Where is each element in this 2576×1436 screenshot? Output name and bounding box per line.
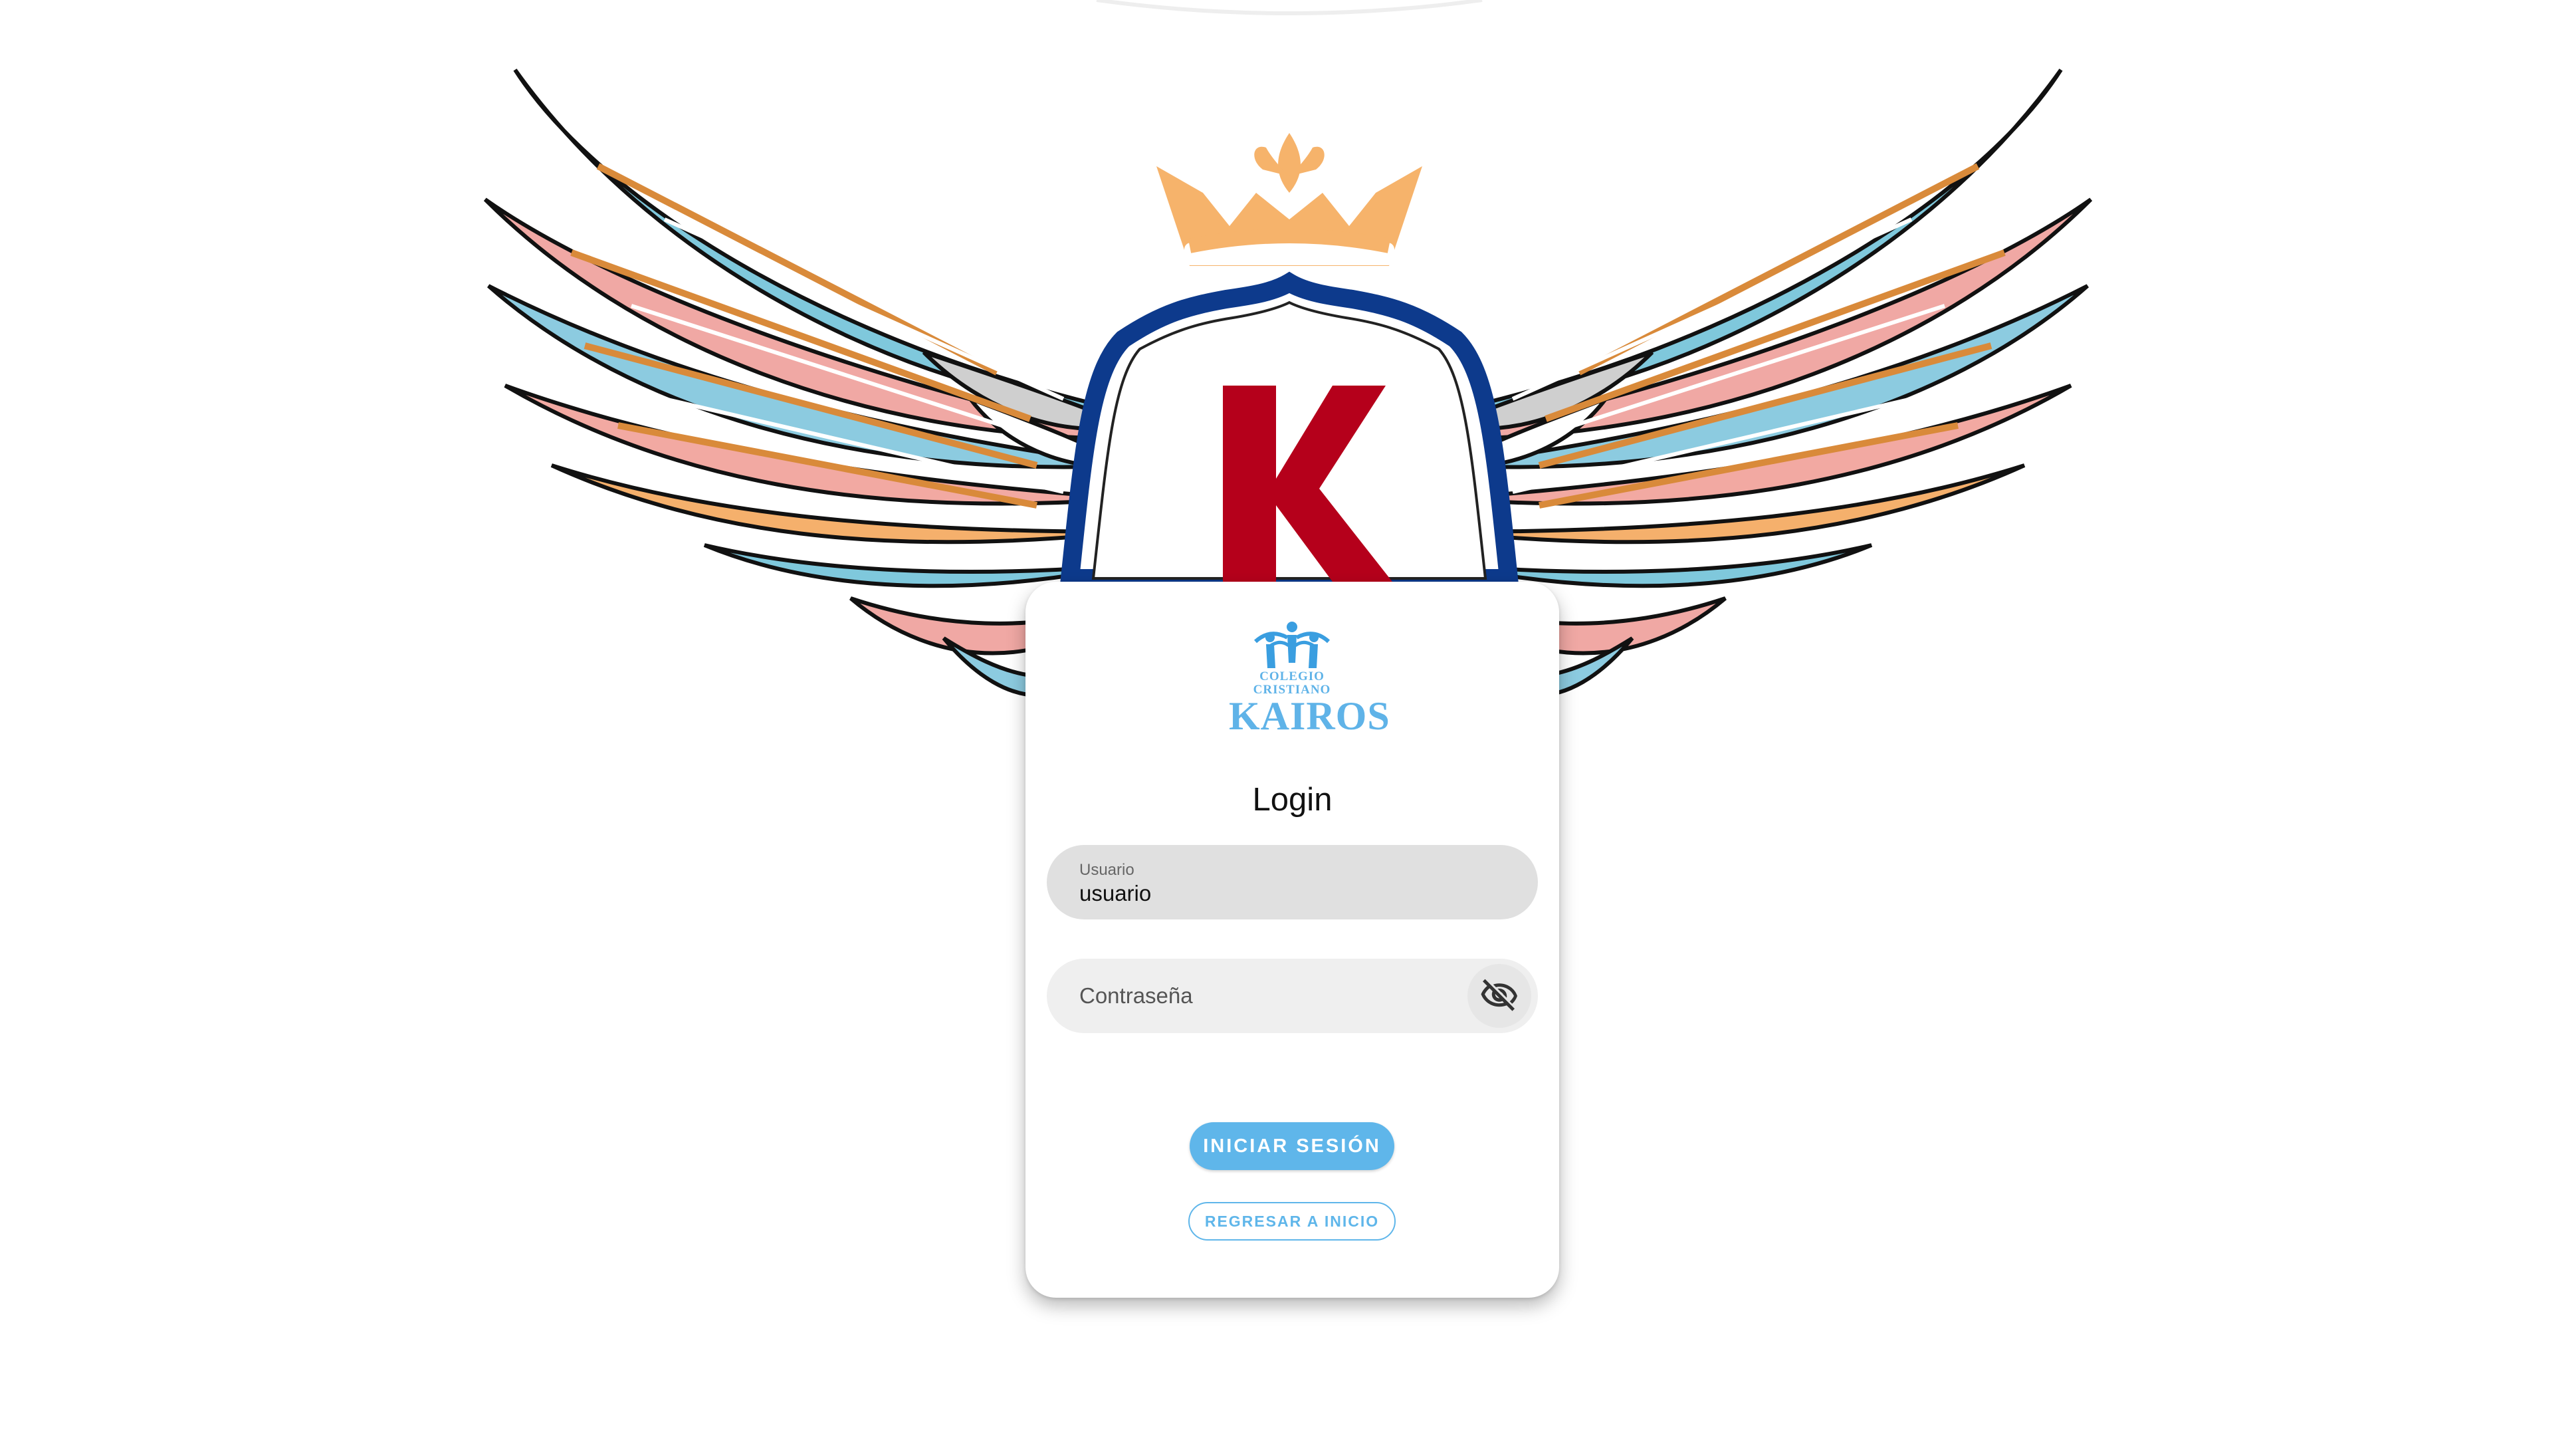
username-field[interactable]: Usuario usuario <box>1047 845 1538 919</box>
eye-off-icon <box>1481 979 1517 1011</box>
login-title: Login <box>1252 782 1333 818</box>
crown-icon <box>1156 133 1422 266</box>
toggle-password-visibility-button[interactable] <box>1467 964 1531 1028</box>
family-figures-icon <box>1253 622 1331 668</box>
login-button[interactable]: INICIAR SESIÓN <box>1190 1122 1394 1170</box>
password-field[interactable]: Contraseña <box>1047 959 1538 1033</box>
login-page: COLEGIO CRISTIANO KAIROS Login Usuario u… <box>0 0 2576 1436</box>
crest-shield <box>1059 271 1519 588</box>
logo-line-colegio: COLEGIO <box>1259 669 1325 683</box>
username-label: Usuario <box>1079 861 1134 879</box>
password-placeholder: Contraseña <box>1079 983 1193 1008</box>
logo-line-kairos: KAIROS <box>1229 694 1390 738</box>
login-card: COLEGIO CRISTIANO KAIROS Login Usuario u… <box>1025 582 1559 1298</box>
username-value[interactable]: usuario <box>1079 881 1151 906</box>
school-logo: COLEGIO CRISTIANO KAIROS <box>1229 615 1390 738</box>
back-home-button[interactable]: REGRESAR A INICIO <box>1188 1202 1396 1241</box>
